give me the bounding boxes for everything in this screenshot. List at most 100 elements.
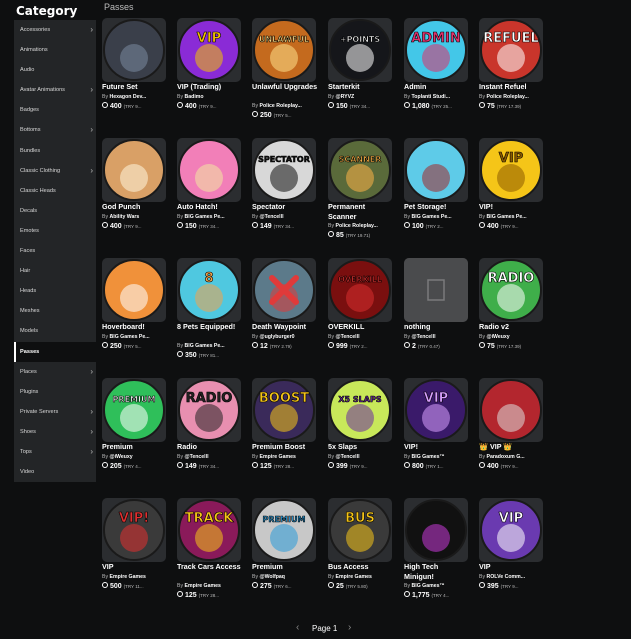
sidebar-item-meshes[interactable]: Meshes [14, 301, 96, 321]
creator-name[interactable]: @Tencelll [412, 334, 436, 340]
pass-card[interactable]: 8 8 Pets Equipped! By BIG Games Pe... 350 (… [177, 258, 243, 366]
premium-boost-icon[interactable]: BOOST [252, 378, 316, 442]
pass-card[interactable]: UNLAWFUL Unlawful Upgrades By Police Rolep… [252, 18, 318, 126]
sidebar-item-video[interactable]: Video [14, 462, 96, 482]
pass-card[interactable]: TRACK Track Cars Access By Empire Games 125… [177, 498, 243, 606]
premium-avatar-icon[interactable]: PREMIUM [102, 378, 166, 442]
sidebar-item-accessories[interactable]: Accessories › [14, 20, 96, 40]
creator-name[interactable]: @Tencelll [336, 334, 360, 340]
pass-name[interactable]: Unlawful Upgrades [252, 82, 318, 92]
sidebar-item-classic-clothing[interactable]: Classic Clothing › [14, 161, 96, 181]
minigun-icon[interactable] [404, 498, 468, 562]
pass-card[interactable]: VIP VIP By ROLVe Comm... 395 (TRY 9... [479, 498, 545, 606]
pass-card[interactable]: VIP VIP! By BIG Games™ 800 (TRY 1... [404, 378, 470, 486]
pass-card[interactable]: BUS Bus Access By Empire Games 25 (TRY 5.80… [328, 498, 394, 606]
pass-name[interactable]: Pet Storage! [404, 202, 470, 212]
sidebar-item-places[interactable]: Places › [14, 362, 96, 382]
unlawful-upgrades-icon[interactable]: UNLAWFUL [252, 18, 316, 82]
pass-name[interactable]: Radio v2 [479, 322, 545, 332]
pass-card[interactable]: SPECTATOR Spectator By @Tencelll 149 (TRY 3… [252, 138, 318, 246]
pass-name[interactable]: VIP [102, 562, 168, 572]
vip-trading-icon[interactable]: VIP [177, 18, 241, 82]
creator-name[interactable]: @Tencelll [260, 214, 284, 220]
instant-refuel-icon[interactable]: REFUEL [479, 18, 543, 82]
creator-name[interactable]: @Tencelll [336, 454, 360, 460]
creator-name[interactable]: BIG Games Pe... [412, 214, 452, 220]
pass-card[interactable]: Hoverboard! By BIG Games Pe... 250 (TRY 5.… [102, 258, 168, 366]
sidebar-item-badges[interactable]: Badges [14, 100, 96, 120]
pass-name[interactable]: Death Waypoint [252, 322, 318, 332]
pass-name[interactable]: 8 Pets Equipped! [177, 322, 243, 332]
pass-name[interactable]: 👑 VIP 👑 [479, 442, 545, 452]
auto-hatch-icon[interactable] [177, 138, 241, 202]
pass-card[interactable]: High Tech Minigun! By BIG Games™ 1,775 (TR… [404, 498, 470, 606]
sidebar-item-models[interactable]: Models [14, 321, 96, 341]
creator-name[interactable]: Police Roleplay... [260, 103, 302, 109]
creator-name[interactable]: Hexagon Dev... [110, 94, 147, 100]
pass-card[interactable]: Auto Hatch! By BIG Games Pe... 150 (TRY 34… [177, 138, 243, 246]
pass-card[interactable]: 👑 VIP 👑 By Paradoxum G... 400 (TRY 9... [479, 378, 545, 486]
pass-card[interactable]: BOOST Premium Boost By Empire Games 125 (TR… [252, 378, 318, 486]
vip-badge-icon[interactable]: VIP! [102, 498, 166, 562]
creator-name[interactable]: Empire Games [185, 583, 221, 589]
pass-card[interactable]: RADIO Radio By @Tencelll 149 (TRY 34... [177, 378, 243, 486]
creator-name[interactable]: @uglyburger0 [260, 334, 295, 340]
pass-name[interactable]: God Punch [102, 202, 168, 212]
pass-name[interactable]: Admin [404, 82, 470, 92]
pass-card[interactable]: Death Waypoint By @uglyburger0 12 (TRY 2.7… [252, 258, 318, 366]
pass-name[interactable]: Bus Access [328, 562, 394, 572]
starterkit-icon[interactable]: +POINTS [328, 18, 392, 82]
sidebar-item-private-servers[interactable]: Private Servers › [14, 402, 96, 422]
creator-name[interactable]: @Tencelll [185, 454, 209, 460]
overkill-icon[interactable]: OVERKILL [328, 258, 392, 322]
pass-card[interactable]: nothing By @Tencelll 2 (TRY 0.47) [404, 258, 470, 366]
vip-rolve-icon[interactable]: VIP [479, 498, 543, 562]
pass-card[interactable]: X5 SLAPS 5x Slaps By @Tencelll 399 (TRY 9..… [328, 378, 394, 486]
premium-star-icon[interactable]: PREMIUM [252, 498, 316, 562]
sidebar-item-passes[interactable]: Passes [14, 341, 96, 362]
creator-name[interactable]: Empire Games [110, 574, 146, 580]
vip-purple-icon[interactable]: VIP [404, 378, 468, 442]
pass-name[interactable]: Instant Refuel [479, 82, 545, 92]
sidebar-item-decals[interactable]: Decals [14, 201, 96, 221]
sidebar-item-emotes[interactable]: Emotes [14, 221, 96, 241]
sidebar-item-bottoms[interactable]: Bottoms › [14, 120, 96, 140]
nothing-placeholder-icon[interactable] [404, 258, 468, 322]
pass-name[interactable]: VIP! [404, 442, 470, 452]
creator-name[interactable]: Police Roleplay... [487, 94, 529, 100]
pass-name[interactable]: Premium [102, 442, 168, 452]
pass-name[interactable]: Track Cars Access [177, 562, 243, 572]
sidebar-item-hair[interactable]: Hair [14, 261, 96, 281]
pass-card[interactable]: Pet Storage! By BIG Games Pe... 100 (TRY 2… [404, 138, 470, 246]
pass-card[interactable]: REFUEL Instant Refuel By Police Roleplay..… [479, 18, 545, 126]
pass-name[interactable]: nothing [404, 322, 470, 332]
sidebar-item-bundles[interactable]: Bundles [14, 141, 96, 161]
pass-card[interactable]: RADIO Radio v2 By @iWeuxy 75 (TRY 17.39) [479, 258, 545, 366]
creator-name[interactable]: Badimo [185, 94, 204, 100]
pass-card[interactable]: SCANNER Permanent Scanner By Police Rolepl… [328, 138, 394, 246]
pass-name[interactable]: 5x Slaps [328, 442, 394, 452]
radio-v2-icon[interactable]: RADIO [479, 258, 543, 322]
sidebar-item-animations[interactable]: Animations [14, 40, 96, 60]
hoverboard-icon[interactable] [102, 258, 166, 322]
pass-name[interactable]: VIP (Trading) [177, 82, 243, 92]
pass-name[interactable]: Starterkit [328, 82, 394, 92]
next-page-icon[interactable]: › [348, 622, 351, 633]
slaps-icon[interactable]: X5 SLAPS [328, 378, 392, 442]
creator-name[interactable]: @iWeuxy [110, 454, 133, 460]
creator-name[interactable]: BIG Games™ [412, 583, 445, 589]
creator-name[interactable]: BIG Games Pe... [487, 214, 527, 220]
permanent-scanner-icon[interactable]: SCANNER [328, 138, 392, 202]
creator-name[interactable]: BIG Games Pe... [110, 334, 150, 340]
pass-card[interactable]: Future Set By Hexagon Dev... 400 (TRY 9... [102, 18, 168, 126]
pass-card[interactable]: OVERKILL OVERKILL By @Tencelll 999 (TRY 2..… [328, 258, 394, 366]
pass-card[interactable]: VIP VIP! By BIG Games Pe... 400 (TRY 9... [479, 138, 545, 246]
pass-name[interactable]: Premium Boost [252, 442, 318, 452]
sidebar-item-shoes[interactable]: Shoes › [14, 422, 96, 442]
creator-name[interactable]: Paradoxum G... [487, 454, 525, 460]
prev-page-icon[interactable]: ‹ [296, 622, 299, 633]
pass-name[interactable]: VIP! [479, 202, 545, 212]
creator-name[interactable]: @iWeuxy [487, 334, 510, 340]
creator-name[interactable]: ROLVe Comm... [487, 574, 526, 580]
admin-icon[interactable]: ADMIN [404, 18, 468, 82]
